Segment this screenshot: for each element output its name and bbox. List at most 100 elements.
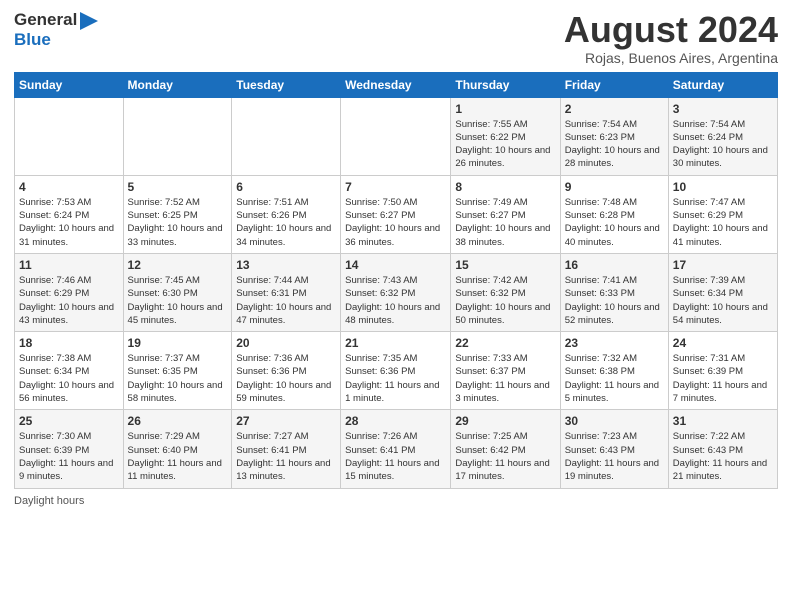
- calendar-cell: 15 Sunrise: 7:42 AM Sunset: 6:32 PM Dayli…: [451, 253, 560, 331]
- day-info: Sunrise: 7:49 AM Sunset: 6:27 PM Dayligh…: [455, 196, 555, 249]
- day-info: Sunrise: 7:36 AM Sunset: 6:36 PM Dayligh…: [236, 352, 336, 405]
- day-info: Sunrise: 7:43 AM Sunset: 6:32 PM Dayligh…: [345, 274, 446, 327]
- logo: General Blue: [14, 10, 98, 51]
- day-number: 16: [565, 258, 664, 272]
- logo-arrow-icon: [80, 12, 98, 30]
- calendar-cell: [341, 97, 451, 175]
- day-number: 4: [19, 180, 119, 194]
- calendar-cell: 31 Sunrise: 7:22 AM Sunset: 6:43 PM Dayli…: [668, 410, 777, 488]
- day-number: 28: [345, 414, 446, 428]
- footer-note: Daylight hours: [14, 495, 778, 507]
- calendar-week-5: 25Sunrise: 7:30 AM Sunset: 6:39 PM Dayli…: [15, 410, 778, 488]
- day-info: Sunrise: 7:42 AM Sunset: 6:32 PM Dayligh…: [455, 274, 555, 327]
- day-number: 23: [565, 336, 664, 350]
- calendar-cell: 6Sunrise: 7:51 AM Sunset: 6:26 PM Daylig…: [232, 175, 341, 253]
- header-thursday: Thursday: [451, 72, 560, 97]
- day-info: Sunrise: 7:22 AM Sunset: 6:43 PM Dayligh…: [673, 430, 773, 483]
- title-block: August 2024 Rojas, Buenos Aires, Argenti…: [564, 10, 778, 66]
- day-info: Sunrise: 7:47 AM Sunset: 6:29 PM Dayligh…: [673, 196, 773, 249]
- calendar-week-4: 18 Sunrise: 7:38 AM Sunset: 6:34 PM Dayli…: [15, 332, 778, 410]
- calendar-cell: 19 Sunrise: 7:37 AM Sunset: 6:35 PM Dayli…: [123, 332, 232, 410]
- day-number: 12: [128, 258, 228, 272]
- day-info: Sunrise: 7:25 AM Sunset: 6:42 PM Dayligh…: [455, 430, 555, 483]
- day-number: 22: [455, 336, 555, 350]
- day-info: Sunrise: 7:45 AM Sunset: 6:30 PM Dayligh…: [128, 274, 228, 327]
- month-title: August 2024: [564, 10, 778, 50]
- day-number: 11: [19, 258, 119, 272]
- calendar-cell: 29 Sunrise: 7:25 AM Sunset: 6:42 PM Dayli…: [451, 410, 560, 488]
- day-number: 29: [455, 414, 555, 428]
- header-wednesday: Wednesday: [341, 72, 451, 97]
- day-number: 26: [128, 414, 228, 428]
- day-number: 1: [455, 102, 555, 116]
- day-info: Sunrise: 7:39 AM Sunset: 6:34 PM Dayligh…: [673, 274, 773, 327]
- calendar-cell: 14 Sunrise: 7:43 AM Sunset: 6:32 PM Dayli…: [341, 253, 451, 331]
- calendar-cell: 17Sunrise: 7:39 AM Sunset: 6:34 PM Dayli…: [668, 253, 777, 331]
- day-info: Sunrise: 7:32 AM Sunset: 6:38 PM Dayligh…: [565, 352, 664, 405]
- day-info: Sunrise: 7:44 AM Sunset: 6:31 PM Dayligh…: [236, 274, 336, 327]
- day-info: Sunrise: 7:55 AM Sunset: 6:22 PM Dayligh…: [455, 118, 555, 171]
- day-info: Sunrise: 7:26 AM Sunset: 6:41 PM Dayligh…: [345, 430, 446, 483]
- day-number: 2: [565, 102, 664, 116]
- day-info: Sunrise: 7:53 AM Sunset: 6:24 PM Dayligh…: [19, 196, 119, 249]
- day-info: Sunrise: 7:31 AM Sunset: 6:39 PM Dayligh…: [673, 352, 773, 405]
- calendar-cell: 13 Sunrise: 7:44 AM Sunset: 6:31 PM Dayli…: [232, 253, 341, 331]
- day-number: 31: [673, 414, 773, 428]
- day-number: 7: [345, 180, 446, 194]
- calendar-cell: [232, 97, 341, 175]
- day-info: Sunrise: 7:23 AM Sunset: 6:43 PM Dayligh…: [565, 430, 664, 483]
- day-number: 9: [565, 180, 664, 194]
- day-info: Sunrise: 7:52 AM Sunset: 6:25 PM Dayligh…: [128, 196, 228, 249]
- calendar-cell: 27Sunrise: 7:27 AM Sunset: 6:41 PM Dayli…: [232, 410, 341, 488]
- logo-general: General: [14, 10, 77, 30]
- day-info: Sunrise: 7:37 AM Sunset: 6:35 PM Dayligh…: [128, 352, 228, 405]
- calendar-cell: 1 Sunrise: 7:55 AM Sunset: 6:22 PM Daylig…: [451, 97, 560, 175]
- calendar-cell: 24 Sunrise: 7:31 AM Sunset: 6:39 PM Dayli…: [668, 332, 777, 410]
- day-info: Sunrise: 7:33 AM Sunset: 6:37 PM Dayligh…: [455, 352, 555, 405]
- day-number: 14: [345, 258, 446, 272]
- calendar-header-row: SundayMondayTuesdayWednesdayThursdayFrid…: [15, 72, 778, 97]
- day-number: 30: [565, 414, 664, 428]
- day-number: 24: [673, 336, 773, 350]
- logo-blue: Blue: [14, 30, 77, 50]
- day-info: Sunrise: 7:29 AM Sunset: 6:40 PM Dayligh…: [128, 430, 228, 483]
- day-number: 25: [19, 414, 119, 428]
- calendar-week-2: 4 Sunrise: 7:53 AM Sunset: 6:24 PM Daylig…: [15, 175, 778, 253]
- day-info: Sunrise: 7:51 AM Sunset: 6:26 PM Dayligh…: [236, 196, 336, 249]
- day-number: 15: [455, 258, 555, 272]
- day-number: 27: [236, 414, 336, 428]
- day-info: Sunrise: 7:54 AM Sunset: 6:24 PM Dayligh…: [673, 118, 773, 171]
- calendar-cell: 5 Sunrise: 7:52 AM Sunset: 6:25 PM Daylig…: [123, 175, 232, 253]
- day-number: 13: [236, 258, 336, 272]
- day-number: 21: [345, 336, 446, 350]
- calendar-cell: 12 Sunrise: 7:45 AM Sunset: 6:30 PM Dayli…: [123, 253, 232, 331]
- calendar-cell: 9 Sunrise: 7:48 AM Sunset: 6:28 PM Daylig…: [560, 175, 668, 253]
- calendar-cell: 28 Sunrise: 7:26 AM Sunset: 6:41 PM Dayli…: [341, 410, 451, 488]
- day-info: Sunrise: 7:35 AM Sunset: 6:36 PM Dayligh…: [345, 352, 446, 405]
- calendar-cell: [123, 97, 232, 175]
- calendar-cell: 25Sunrise: 7:30 AM Sunset: 6:39 PM Dayli…: [15, 410, 124, 488]
- day-info: Sunrise: 7:46 AM Sunset: 6:29 PM Dayligh…: [19, 274, 119, 327]
- calendar-cell: 2 Sunrise: 7:54 AM Sunset: 6:23 PM Daylig…: [560, 97, 668, 175]
- day-number: 5: [128, 180, 228, 194]
- calendar-cell: 23 Sunrise: 7:32 AM Sunset: 6:38 PM Dayli…: [560, 332, 668, 410]
- header: General Blue August 2024 Rojas, Buenos A…: [14, 10, 778, 66]
- day-number: 18: [19, 336, 119, 350]
- day-info: Sunrise: 7:54 AM Sunset: 6:23 PM Dayligh…: [565, 118, 664, 171]
- location-subtitle: Rojas, Buenos Aires, Argentina: [564, 50, 778, 66]
- day-info: Sunrise: 7:38 AM Sunset: 6:34 PM Dayligh…: [19, 352, 119, 405]
- header-sunday: Sunday: [15, 72, 124, 97]
- header-friday: Friday: [560, 72, 668, 97]
- calendar-cell: 30 Sunrise: 7:23 AM Sunset: 6:43 PM Dayli…: [560, 410, 668, 488]
- calendar-cell: 21 Sunrise: 7:35 AM Sunset: 6:36 PM Dayli…: [341, 332, 451, 410]
- day-number: 3: [673, 102, 773, 116]
- calendar-cell: 7 Sunrise: 7:50 AM Sunset: 6:27 PM Daylig…: [341, 175, 451, 253]
- header-monday: Monday: [123, 72, 232, 97]
- day-info: Sunrise: 7:48 AM Sunset: 6:28 PM Dayligh…: [565, 196, 664, 249]
- day-number: 20: [236, 336, 336, 350]
- day-info: Sunrise: 7:50 AM Sunset: 6:27 PM Dayligh…: [345, 196, 446, 249]
- day-number: 19: [128, 336, 228, 350]
- day-number: 10: [673, 180, 773, 194]
- calendar-cell: 3 Sunrise: 7:54 AM Sunset: 6:24 PM Daylig…: [668, 97, 777, 175]
- calendar-week-1: 1 Sunrise: 7:55 AM Sunset: 6:22 PM Daylig…: [15, 97, 778, 175]
